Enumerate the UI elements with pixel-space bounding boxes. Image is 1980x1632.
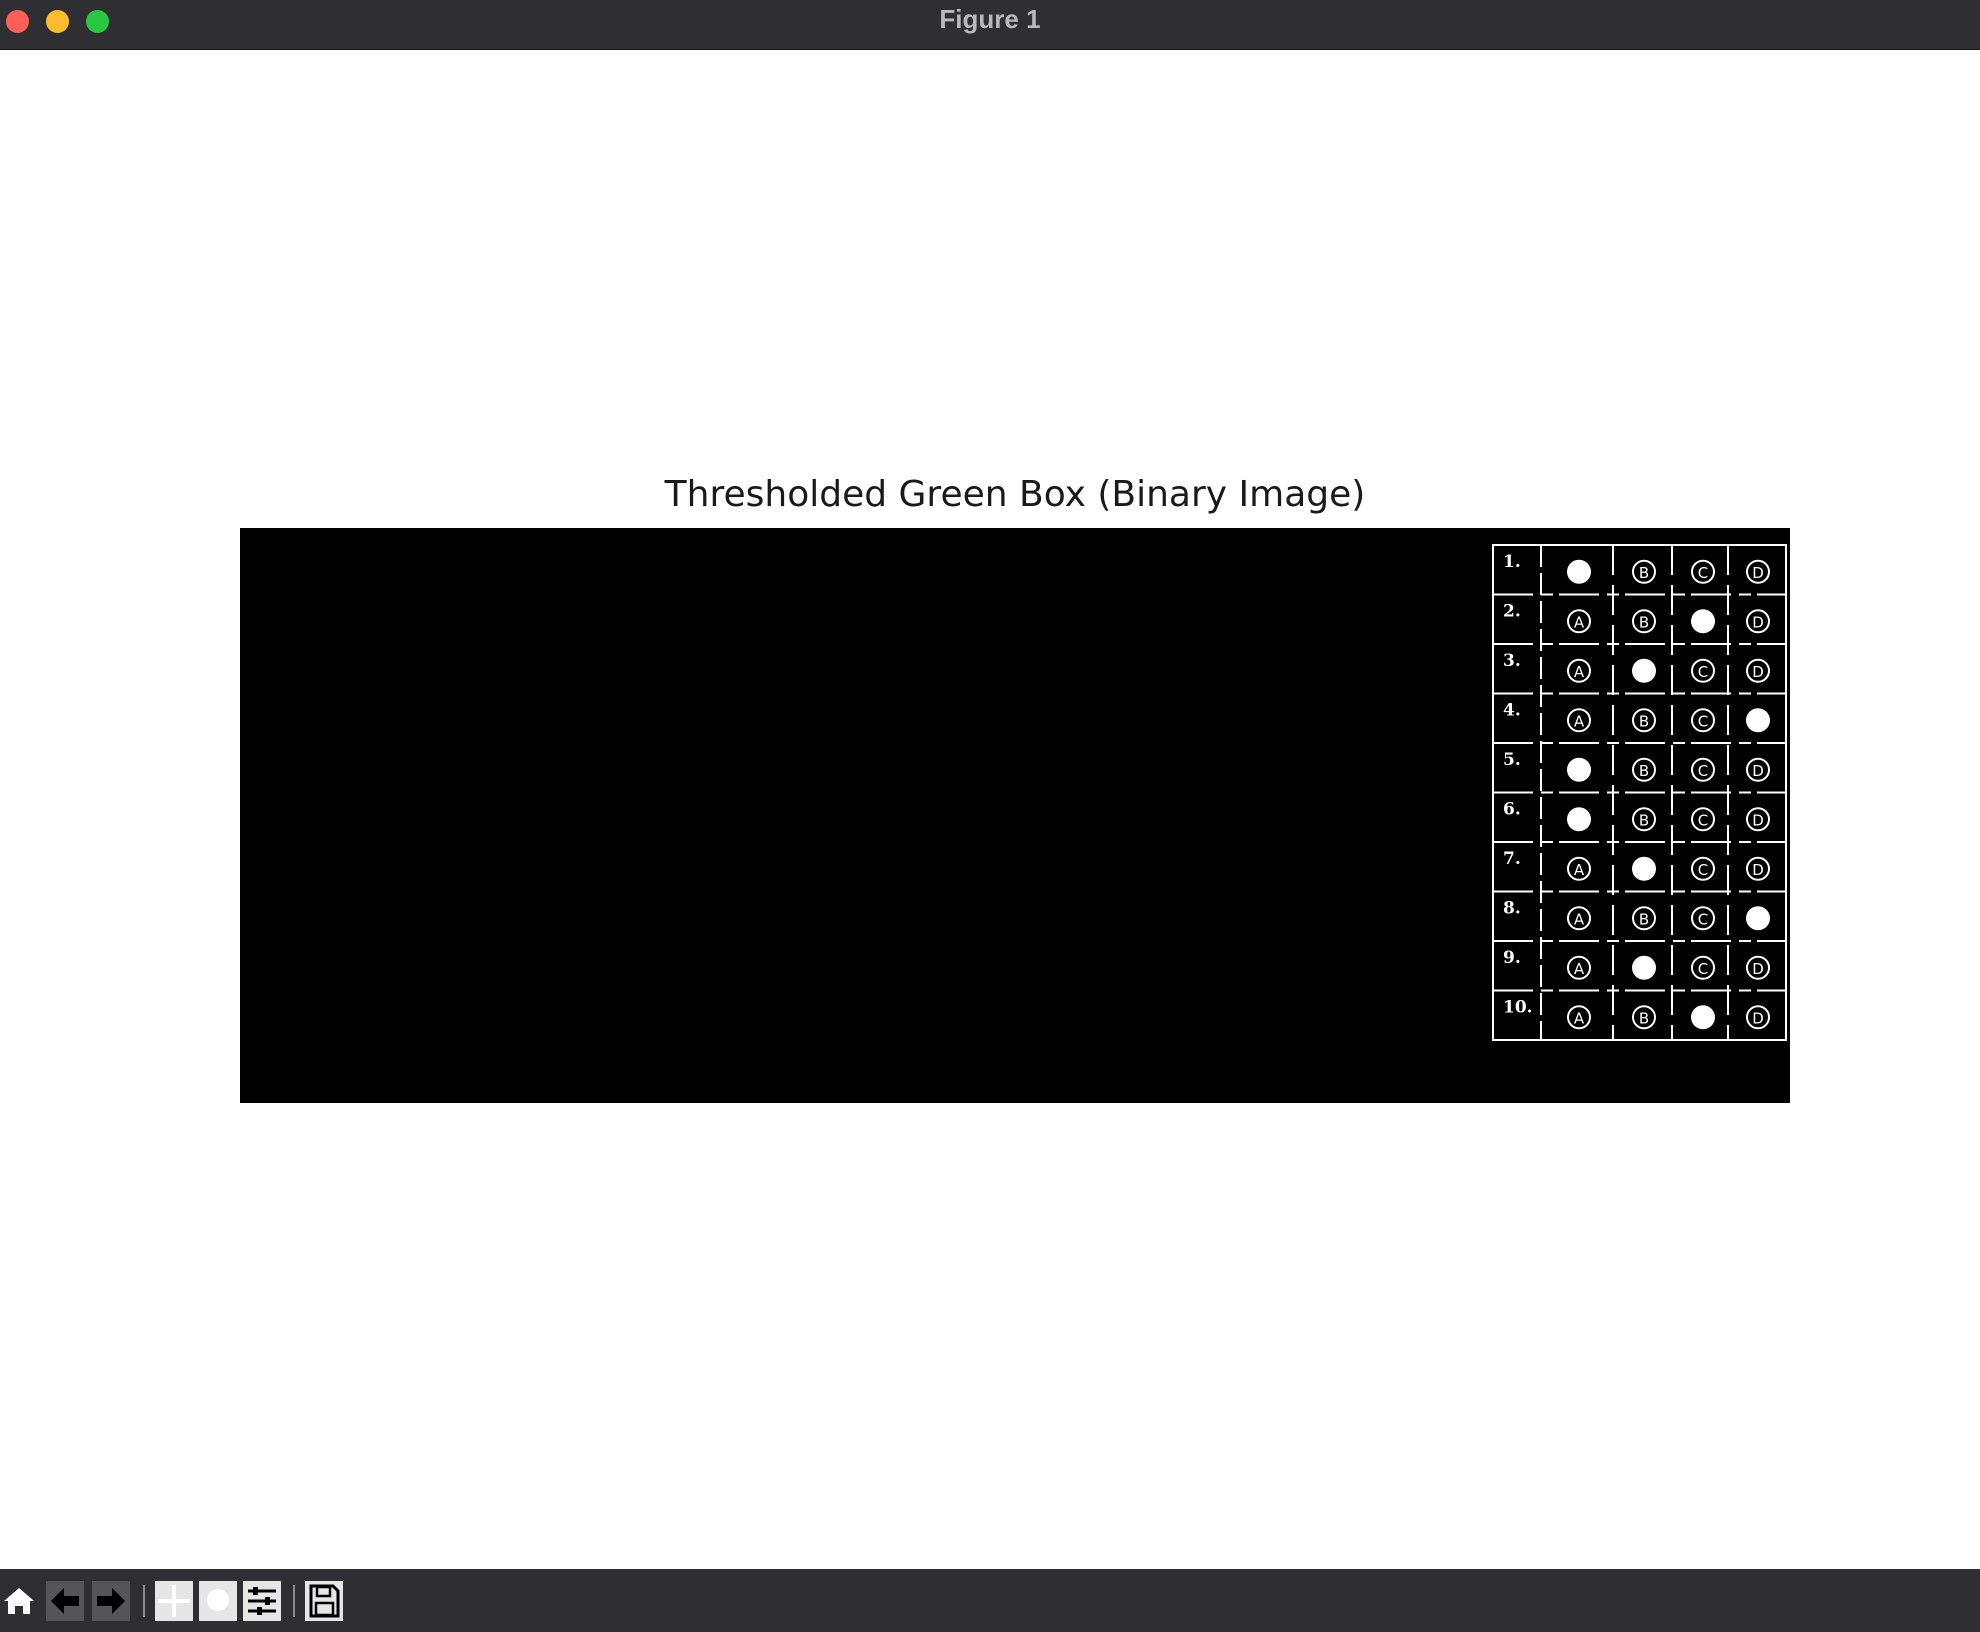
filled-bubble <box>1632 856 1656 881</box>
navigation-toolbar <box>0 1569 1980 1632</box>
save-button[interactable] <box>305 1581 343 1621</box>
question-number: 10. <box>1503 998 1533 1018</box>
bubble-letter: C <box>1698 910 1708 928</box>
forward-button[interactable] <box>92 1581 130 1621</box>
bubble-letter: A <box>1574 712 1585 730</box>
question-number: 4. <box>1503 701 1521 721</box>
filled-bubble <box>1691 1005 1715 1030</box>
bubble-letter: B <box>1639 811 1649 829</box>
question-number: 5. <box>1503 750 1521 770</box>
back-button[interactable] <box>46 1581 84 1621</box>
pan-button[interactable] <box>155 1581 193 1621</box>
bubble-letter: C <box>1698 712 1708 730</box>
binary-image: 1. B C D 2. A B D 3. A C D 4. A B C 5. B C D 6. B C D 7. A C D 8. A B C… <box>240 528 1790 1103</box>
configure-subplots-button[interactable] <box>243 1581 281 1621</box>
question-number: 3. <box>1503 651 1521 671</box>
title-bar[interactable]: Figure 1 <box>0 0 1980 50</box>
bubble-letter: C <box>1698 960 1708 978</box>
filled-bubble <box>1567 559 1591 584</box>
save-icon <box>305 1581 343 1621</box>
figure-canvas[interactable]: Thresholded Green Box (Binary Image) 1. B… <box>0 50 1980 1569</box>
filled-bubble <box>1632 955 1656 980</box>
bubble-letter: D <box>1752 564 1764 582</box>
bubble-letter: B <box>1639 712 1649 730</box>
filled-bubble <box>1632 658 1656 683</box>
bubble-letter: B <box>1639 910 1649 928</box>
image-background <box>240 528 1790 1103</box>
axes-title: Thresholded Green Box (Binary Image) <box>664 474 1366 515</box>
bubble-letter: C <box>1698 663 1708 681</box>
zoom-button[interactable] <box>199 1581 237 1621</box>
toolbar-separator <box>293 1585 295 1617</box>
question-number: 2. <box>1503 602 1521 622</box>
filled-bubble <box>1746 906 1770 931</box>
zoom-icon <box>199 1581 237 1621</box>
bubble-letter: C <box>1698 564 1708 582</box>
filled-bubble <box>1567 757 1591 782</box>
window-title: Figure 1 <box>939 4 1041 34</box>
filled-bubble <box>1691 609 1715 634</box>
bubble-letter: A <box>1574 861 1585 879</box>
sliders-icon <box>243 1581 281 1621</box>
bubble-letter: A <box>1574 1009 1585 1027</box>
bubble-letter: A <box>1574 613 1585 631</box>
bubble-letter: C <box>1698 811 1708 829</box>
bubble-letter: D <box>1752 861 1764 879</box>
question-number: 7. <box>1503 849 1521 869</box>
move-icon <box>155 1581 193 1621</box>
arrow-right-icon <box>92 1581 130 1621</box>
bubble-letter: B <box>1639 762 1649 780</box>
arrow-left-icon <box>46 1581 84 1621</box>
question-number: 9. <box>1503 948 1521 968</box>
home-icon <box>0 1581 38 1621</box>
bubble-letter: B <box>1639 1009 1649 1027</box>
figure-window: Figure 1 Thresholded Green Box (Binary I… <box>0 0 1980 1632</box>
bubble-letter: C <box>1698 861 1708 879</box>
bubble-letter: D <box>1752 762 1764 780</box>
filled-bubble <box>1746 708 1770 733</box>
question-number: 6. <box>1503 800 1521 820</box>
question-number: 8. <box>1503 899 1521 919</box>
bubble-letter: B <box>1639 613 1649 631</box>
bubble-letter: A <box>1574 960 1585 978</box>
bubble-letter: D <box>1752 613 1764 631</box>
bubble-letter: A <box>1574 663 1585 681</box>
question-number: 1. <box>1503 552 1521 572</box>
bubble-letter: C <box>1698 762 1708 780</box>
filled-bubble <box>1567 807 1591 832</box>
bubble-letter: B <box>1639 564 1649 582</box>
home-button[interactable] <box>0 1581 38 1621</box>
bubble-letter: D <box>1752 960 1764 978</box>
bubble-letter: D <box>1752 811 1764 829</box>
bubble-letter: A <box>1574 910 1585 928</box>
bubble-letter: D <box>1752 663 1764 681</box>
bubble-letter: D <box>1752 1009 1764 1027</box>
toolbar-separator <box>143 1585 145 1617</box>
